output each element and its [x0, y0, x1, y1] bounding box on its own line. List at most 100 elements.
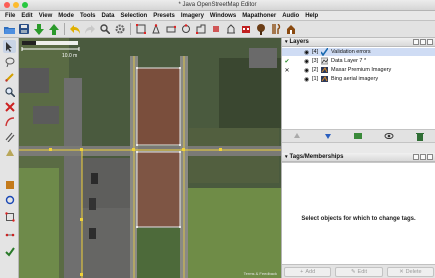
menu-presets[interactable]: Presets	[150, 13, 178, 19]
layer-name: Validation errors	[331, 49, 371, 55]
tags-actions-bar: + Add ✎ Edit ✕ Delete	[282, 264, 435, 278]
mapathoner-a-icon[interactable]	[135, 23, 147, 36]
menu-view[interactable]: View	[36, 13, 56, 19]
menu-audio[interactable]: Audio	[279, 13, 302, 19]
edit-tools-bar	[0, 38, 19, 278]
draw-icon[interactable]	[3, 70, 16, 83]
no-selection-message: Select objects for which to change tags.	[301, 216, 416, 222]
menu-mapathoner[interactable]: Mapathoner	[239, 13, 279, 19]
mapathoner-f-icon[interactable]	[210, 23, 222, 36]
merge-icon[interactable]	[344, 130, 373, 142]
layer-number: [2]	[312, 67, 319, 73]
menu-edit[interactable]: Edit	[18, 13, 35, 19]
bing-icon	[321, 75, 328, 82]
preferences-icon[interactable]	[114, 23, 126, 36]
side-panel: ▾ Layers ◉ [4] Validation errors ✔ ◉ [3]…	[281, 38, 435, 278]
visibility-icon[interactable]	[375, 130, 404, 142]
collapse-arrow-icon: ▾	[285, 154, 288, 160]
mapathoner-c-icon[interactable]	[165, 23, 177, 36]
menu-file[interactable]: File	[2, 13, 18, 19]
menu-bar: File Edit View Mode Tools Data Selection…	[0, 11, 435, 21]
delete-label: Delete	[405, 268, 422, 275]
tags-panel-header[interactable]: ▾ Tags/Memberships	[282, 153, 435, 162]
split-icon[interactable]	[3, 228, 16, 241]
menu-tools[interactable]: Tools	[77, 13, 99, 19]
layers-panel-header[interactable]: ▾ Layers	[282, 38, 435, 47]
menu-help[interactable]: Help	[302, 13, 321, 19]
menu-windows[interactable]: Windows	[207, 13, 239, 19]
menu-data[interactable]: Data	[99, 13, 118, 19]
panel-detach-button[interactable]	[420, 39, 426, 45]
edit-tag-button[interactable]: ✎ Edit	[335, 266, 383, 277]
redo-icon[interactable]	[84, 23, 96, 36]
layer-row-maxar[interactable]: ✕ ◉ [2] Maxar Premium Imagery	[282, 66, 435, 74]
layer-name: Bing aerial imagery	[331, 76, 379, 82]
layer-number: [1]	[312, 76, 319, 82]
collapse-arrow-icon: ▾	[285, 39, 288, 45]
layer-row-bing[interactable]: ◉ [1] Bing aerial imagery	[282, 75, 435, 83]
open-folder-icon[interactable]	[3, 23, 15, 36]
save-icon[interactable]	[18, 23, 30, 36]
panel-close-button[interactable]	[427, 39, 433, 45]
layer-row-validation[interactable]: ◉ [4] Validation errors	[282, 47, 435, 57]
tags-panel-title: Tags/Memberships	[289, 154, 344, 160]
download-icon[interactable]	[33, 23, 45, 36]
title-bar: * Java OpenStreetMap Editor	[0, 0, 435, 11]
cutlery-icon[interactable]	[270, 23, 282, 36]
layer-actions-bar	[282, 129, 435, 143]
zoom-icon[interactable]	[3, 85, 16, 98]
lasso-icon[interactable]	[3, 55, 16, 68]
map-view[interactable]: 10.0 m Terms & Feedback	[19, 38, 281, 278]
window-title: * Java OpenStreetMap Editor	[178, 2, 257, 8]
visibility-eye-icon[interactable]: ◉	[304, 76, 309, 83]
zoom-icon[interactable]	[99, 23, 111, 36]
data-layer-icon	[320, 57, 329, 65]
upload-icon[interactable]	[48, 23, 60, 36]
delete-icon[interactable]	[405, 130, 434, 142]
visibility-eye-icon[interactable]: ◉	[304, 58, 309, 65]
scale-label: 10.0 m	[62, 53, 78, 59]
house-icon[interactable]	[285, 23, 297, 36]
add-tag-button[interactable]: + Add	[284, 266, 332, 277]
layer-row-data[interactable]: ✔ ◉ [3] Data Layer 7 *	[282, 57, 435, 65]
move-down-icon[interactable]	[314, 130, 343, 142]
delete-icon[interactable]	[3, 100, 16, 113]
select-icon[interactable]	[3, 40, 16, 53]
visibility-eye-icon[interactable]: ◉	[304, 67, 309, 74]
panel-close-button[interactable]	[427, 154, 433, 160]
menu-imagery[interactable]: Imagery	[178, 13, 207, 19]
move-up-icon[interactable]	[283, 130, 312, 142]
menu-mode[interactable]: Mode	[55, 13, 77, 19]
mapathoner-e-icon[interactable]	[195, 23, 207, 36]
visibility-eye-icon[interactable]: ◉	[304, 49, 309, 56]
building-tool-icon[interactable]	[3, 145, 16, 158]
panel-settings-button[interactable]	[413, 39, 419, 45]
active-layer-check-icon: ✔	[284, 58, 290, 65]
aerial-imagery	[19, 38, 281, 278]
validation-icon	[320, 47, 329, 57]
maxar-icon	[321, 66, 328, 73]
add-label: Add	[305, 268, 316, 275]
panel-detach-button[interactable]	[420, 154, 426, 160]
orthogonal-icon[interactable]	[3, 210, 16, 223]
mapathoner-b-icon[interactable]	[150, 23, 162, 36]
panel-settings-button[interactable]	[413, 154, 419, 160]
mapathoner-d-icon[interactable]	[180, 23, 192, 36]
mapathoner-g-icon[interactable]	[225, 23, 237, 36]
attribution-link[interactable]: Terms & Feedback	[244, 271, 277, 276]
main-toolbar	[0, 21, 435, 38]
edit-label: Edit	[357, 268, 368, 275]
layer-tool-icon: ✕	[284, 67, 290, 74]
layer-name: Maxar Premium Imagery	[331, 67, 392, 73]
layers-list: ◉ [4] Validation errors ✔ ◉ [3] Data Lay…	[282, 47, 435, 129]
parallel-icon[interactable]	[3, 130, 16, 143]
align-icon[interactable]	[3, 178, 16, 191]
menu-selection[interactable]: Selection	[118, 13, 151, 19]
circle-icon[interactable]	[3, 193, 16, 206]
validate-icon[interactable]	[3, 245, 16, 258]
tree-icon[interactable]	[255, 23, 267, 36]
improve-way-icon[interactable]	[3, 115, 16, 128]
delete-tag-button[interactable]: ✕ Delete	[386, 266, 434, 277]
building-icon[interactable]	[240, 23, 252, 36]
undo-icon[interactable]	[69, 23, 81, 36]
